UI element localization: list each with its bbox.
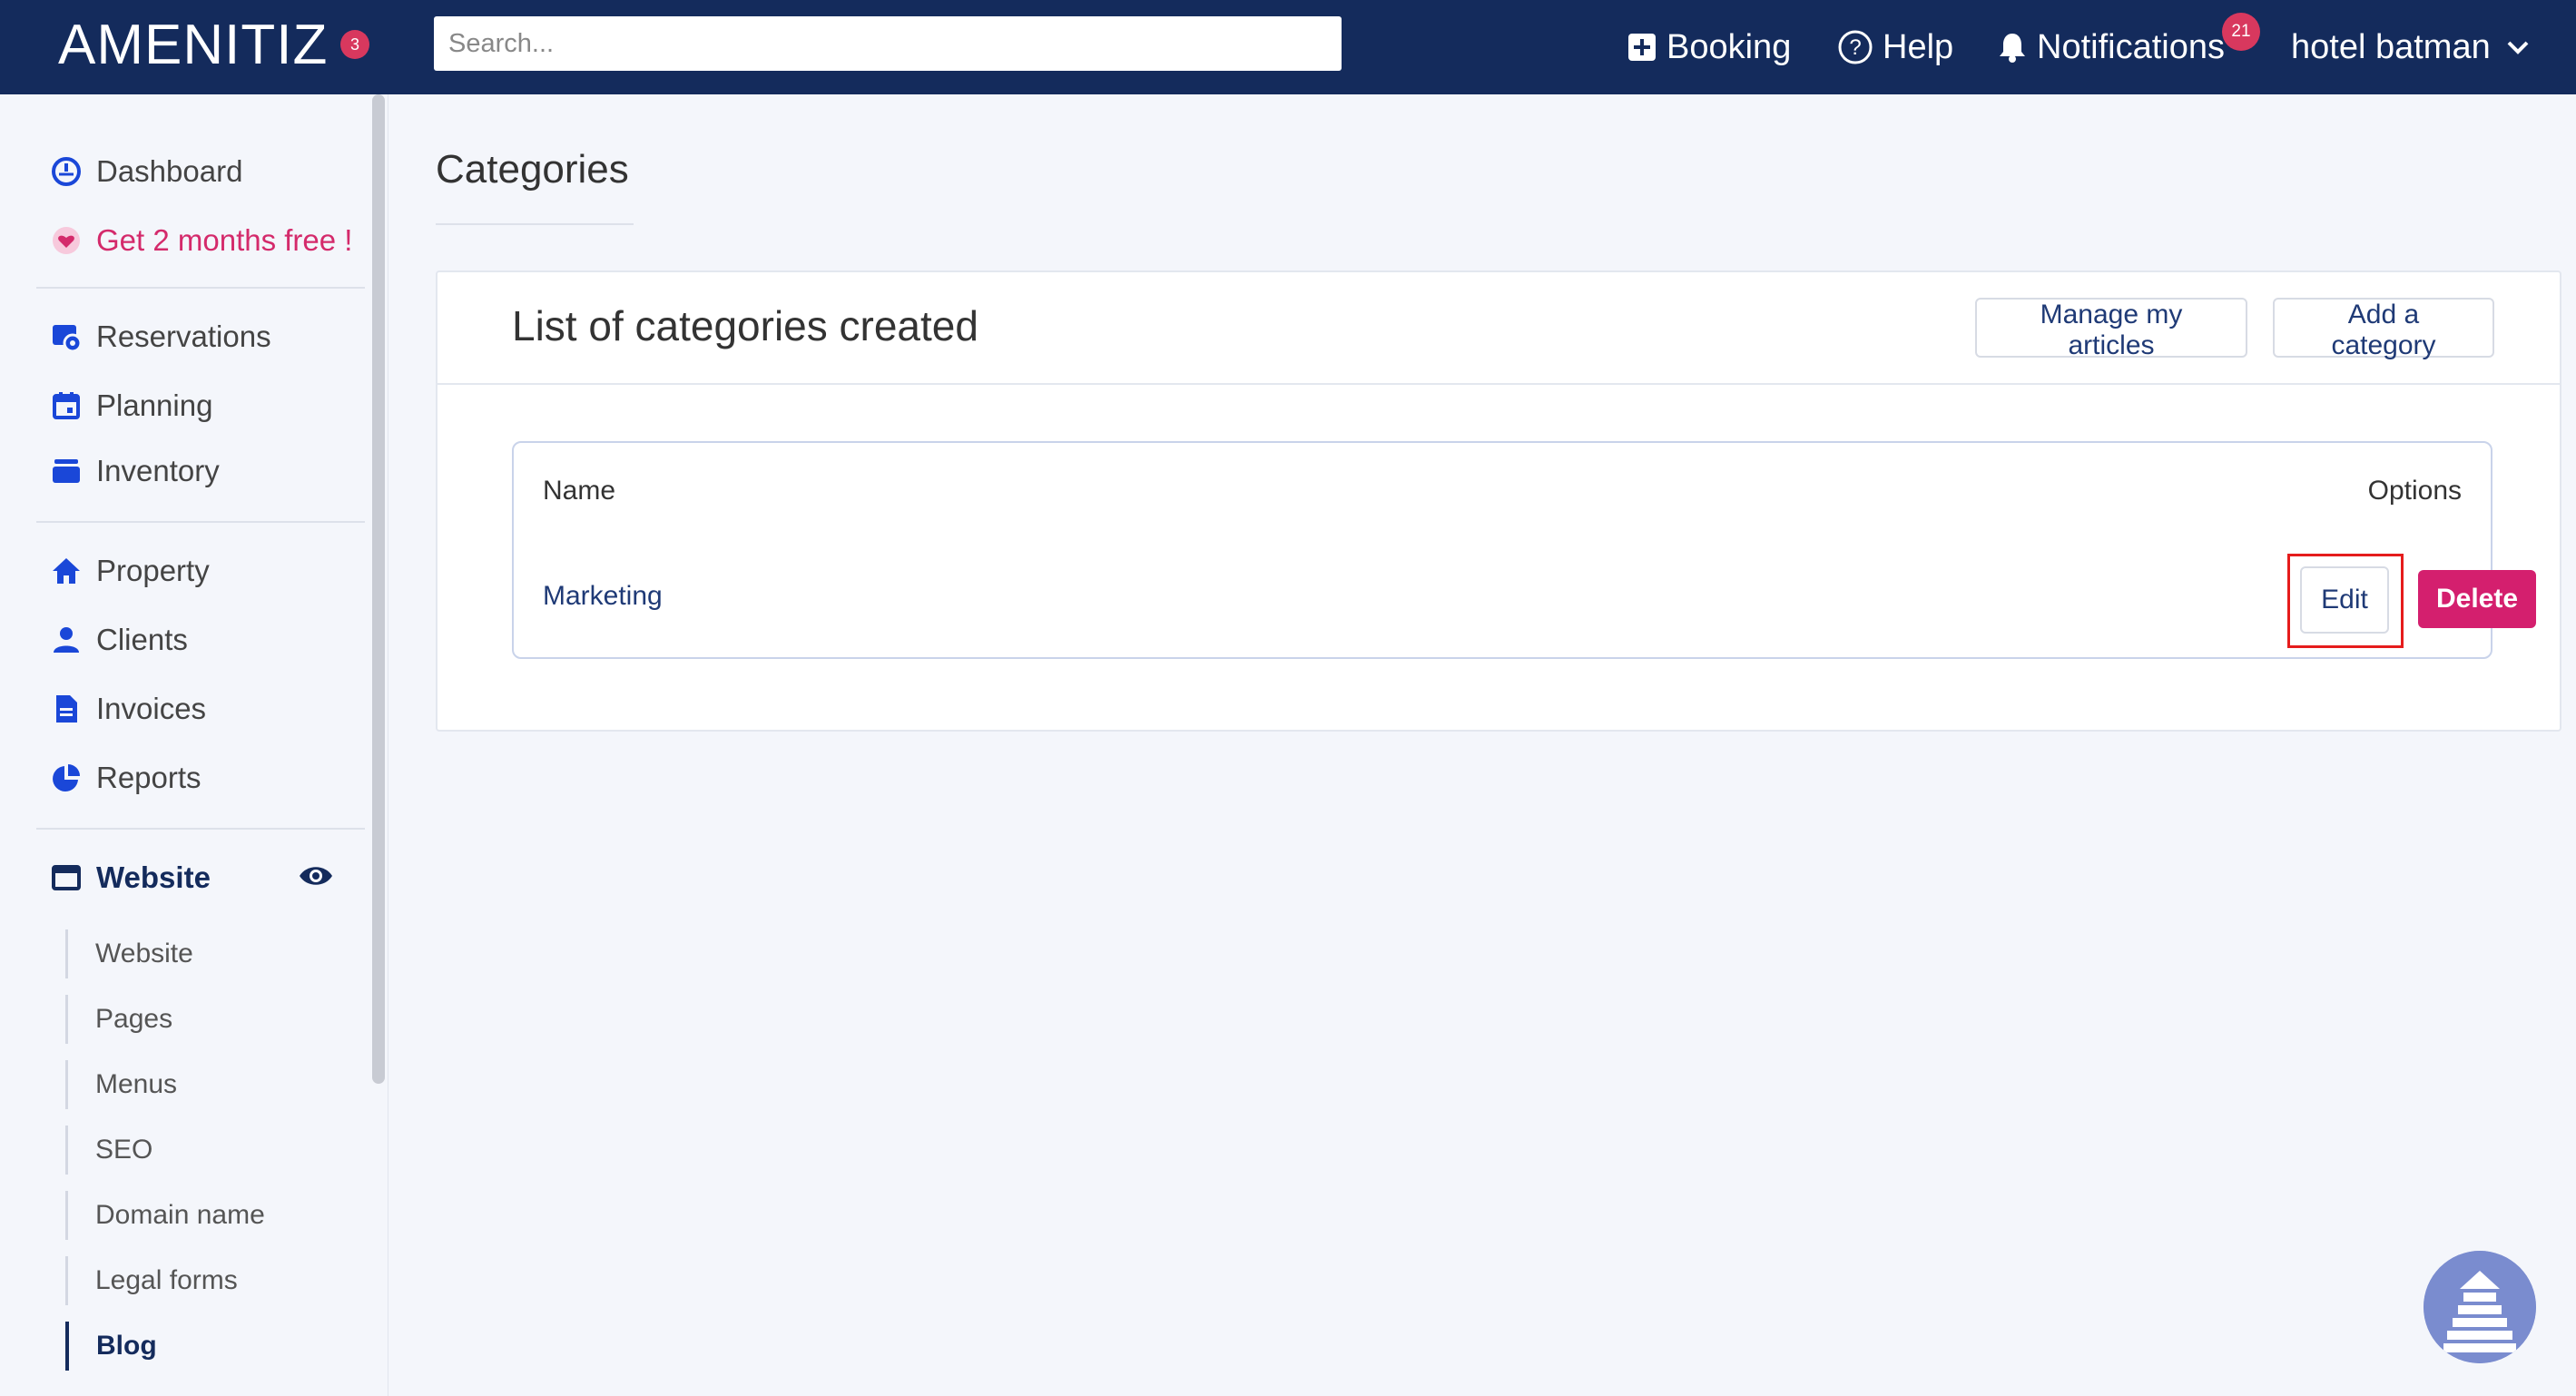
sidebar-divider: [36, 828, 365, 830]
sidebar-item-dashboard[interactable]: Dashboard: [51, 149, 242, 194]
sidebar-subitem-menus[interactable]: Menus: [65, 1060, 177, 1109]
sidebar-item-invoices[interactable]: Invoices: [51, 686, 206, 732]
user-menu[interactable]: hotel batman: [2291, 22, 2540, 73]
lighthouse-icon: [2424, 1251, 2536, 1363]
sidebar-divider: [36, 287, 365, 289]
sidebar-item-label: Invoices: [96, 692, 207, 725]
page-title: Categories: [436, 147, 629, 192]
booking-button[interactable]: Booking: [1627, 22, 1791, 73]
search-input[interactable]: [434, 16, 1342, 71]
logo-notification-badge: 3: [340, 30, 369, 59]
card-title: List of categories created: [512, 302, 978, 349]
plus-square-icon: [1628, 34, 1656, 61]
sidebar-item-label: Website: [96, 860, 211, 894]
notifications-label: Notifications: [2037, 27, 2225, 66]
chat-launcher-button[interactable]: [2424, 1251, 2536, 1363]
page-title-underline: [436, 223, 634, 225]
column-header-name: Name: [543, 476, 616, 506]
question-circle-icon: ?: [1838, 30, 1873, 64]
sidebar-item-clients[interactable]: Clients: [51, 617, 188, 663]
sidebar-scrollbar[interactable]: [372, 94, 385, 1084]
sidebar-subitem-seo[interactable]: SEO: [65, 1126, 152, 1175]
edit-button[interactable]: Edit: [2300, 566, 2389, 634]
window-icon: [51, 862, 82, 893]
categories-table: Name Options Marketing Edit Delete: [512, 441, 2536, 659]
help-button[interactable]: ? Help: [1837, 22, 1953, 73]
home-icon: [51, 555, 82, 586]
eye-icon[interactable]: [298, 862, 334, 894]
svg-text:?: ?: [1849, 35, 1861, 60]
category-name-link[interactable]: Marketing: [543, 581, 663, 612]
sidebar-subitem-blog[interactable]: Blog: [65, 1322, 157, 1371]
sidebar-item-label: Planning: [96, 388, 213, 422]
amenitiz-logo[interactable]: AMENITIZ: [58, 9, 328, 82]
sidebar-subitem-pages[interactable]: Pages: [65, 995, 172, 1044]
sidebar-item-label: Reservations: [96, 320, 271, 353]
sidebar-item-promo[interactable]: Get 2 months free !: [51, 218, 352, 263]
invoice-icon: [51, 693, 82, 724]
sidebar-item-planning[interactable]: Planning: [51, 383, 212, 428]
sidebar-item-reservations[interactable]: Reservations: [51, 314, 271, 359]
sidebar-item-property[interactable]: Property: [51, 548, 210, 594]
sidebar-subitem-domain-name[interactable]: Domain name: [65, 1191, 265, 1240]
chevron-down-icon: [2507, 41, 2529, 54]
sidebar-subitem-legal-forms[interactable]: Legal forms: [65, 1256, 238, 1305]
reservations-icon: [51, 321, 82, 352]
dashboard-icon: [51, 156, 82, 187]
sidebar-item-website[interactable]: Website: [51, 855, 211, 900]
pie-chart-icon: [51, 762, 82, 793]
sidebar-item-label: Reports: [96, 761, 202, 794]
heart-icon: [51, 225, 82, 256]
user-name: hotel batman: [2291, 27, 2491, 66]
bell-icon: [2000, 34, 2025, 63]
sidebar-item-label: Inventory: [96, 454, 220, 487]
inventory-icon: [51, 456, 82, 487]
sidebar-item-inventory[interactable]: Inventory: [51, 448, 220, 494]
delete-button[interactable]: Delete: [2418, 570, 2536, 628]
sidebar-item-reports[interactable]: Reports: [51, 755, 202, 801]
sidebar-item-label: Get 2 months free !: [96, 223, 353, 257]
users-icon: [51, 624, 82, 655]
card-header: List of categories created Manage my art…: [438, 272, 2560, 385]
help-label: Help: [1883, 27, 1954, 66]
sidebar-item-label: Dashboard: [96, 154, 243, 188]
column-header-options: Options: [2367, 476, 2462, 506]
booking-label: Booking: [1667, 27, 1792, 66]
sidebar-divider: [36, 521, 365, 523]
manage-articles-button[interactable]: Manage my articles: [1975, 298, 2247, 360]
sidebar-item-label: Clients: [96, 623, 188, 656]
notifications-count-badge: 21: [2222, 13, 2260, 51]
calendar-icon: [51, 390, 82, 421]
add-category-button[interactable]: Add a category: [2273, 298, 2494, 360]
sidebar-subitem-website[interactable]: Website: [65, 929, 193, 978]
top-navbar: AMENITIZ 3 Booking ? Help Notifications …: [0, 0, 2576, 94]
notifications-button[interactable]: Notifications: [1997, 22, 2225, 73]
categories-card: List of categories created Manage my art…: [436, 270, 2561, 732]
sidebar-item-label: Property: [96, 554, 210, 587]
